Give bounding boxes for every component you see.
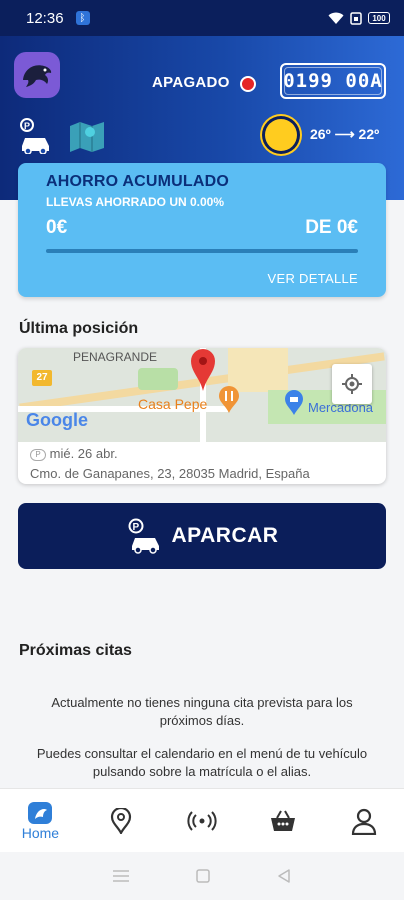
bottom-navigation: Home	[0, 788, 404, 852]
appointments-title: Próximas citas	[19, 642, 132, 659]
parking-icon: P	[30, 448, 46, 461]
nav-home[interactable]: Home	[0, 789, 81, 852]
map-icon[interactable]	[68, 118, 106, 159]
nav-profile[interactable]	[323, 789, 404, 852]
back-icon[interactable]	[276, 868, 292, 884]
map-park	[138, 368, 178, 390]
sim-icon	[350, 11, 362, 25]
position-date: P mié. 26 abr.	[30, 446, 118, 461]
svg-text:P: P	[24, 121, 30, 131]
weather-sun-icon	[262, 116, 300, 154]
nav-location[interactable]	[81, 789, 162, 852]
app-logo	[14, 52, 60, 98]
park-button-label: APARCAR	[171, 524, 279, 547]
broadcast-icon	[187, 810, 217, 831]
temperature-range: 26º ⟶ 22º	[310, 126, 380, 142]
appointments-empty-message: Actualmente no tienes ninguna cita previ…	[51, 695, 353, 728]
savings-card[interactable]: AHORRO ACUMULADO LLEVAS AHORRADO UN 0.00…	[18, 163, 386, 297]
locate-button[interactable]	[332, 364, 372, 404]
see-detail-link[interactable]: VER DETALLE	[268, 271, 358, 286]
map-view[interactable]: PENAGRANDE 27 Casa Pepe Mercadona Google	[18, 348, 386, 442]
map-pin-icon	[191, 349, 215, 391]
last-position-card[interactable]: PENAGRANDE 27 Casa Pepe Mercadona Google…	[18, 348, 386, 484]
savings-title: AHORRO ACUMULADO	[46, 173, 230, 190]
savings-goal: DE 0€	[305, 217, 358, 238]
map-provider-logo: Google	[26, 410, 88, 430]
location-pin-icon	[111, 807, 132, 834]
park-button[interactable]: P APARCAR	[18, 503, 386, 569]
menu-icon[interactable]	[112, 869, 130, 883]
dolphin-icon	[23, 65, 52, 87]
map-road-shield: 27	[32, 370, 52, 386]
nav-shop[interactable]	[242, 789, 323, 852]
position-address: Cmo. de Ganapanes, 23, 28035 Madrid, Esp…	[30, 466, 310, 481]
status-time: 12:36	[26, 9, 64, 27]
wifi-icon	[328, 12, 344, 24]
license-plate[interactable]: 0199 00A	[280, 63, 386, 99]
savings-subtitle: LLEVAS AHORRADO UN 0.00%	[46, 195, 225, 209]
parking-car-icon[interactable]: P	[18, 118, 54, 159]
savings-progress-bar	[46, 249, 358, 253]
user-icon	[351, 808, 376, 835]
engine-status: APAGADO	[152, 74, 230, 91]
savings-amount: 0€	[46, 217, 68, 238]
position-date-text: mié. 26 abr.	[49, 446, 118, 461]
last-position-title: Última posición	[19, 320, 139, 337]
nav-connectivity[interactable]	[162, 789, 243, 852]
system-navigation	[0, 852, 404, 900]
home-app-icon	[28, 801, 53, 824]
restaurant-icon	[219, 386, 239, 413]
map-label-poi: Casa Pepe	[138, 396, 208, 412]
home-square-icon[interactable]	[195, 868, 211, 884]
engine-status-indicator	[240, 76, 256, 92]
appointments-hint: Puedes consultar el calendario en el men…	[36, 746, 368, 779]
svg-text:P: P	[132, 522, 139, 533]
status-bar: 12:36 ᛒ 100	[0, 0, 404, 36]
battery-icon: 100	[368, 12, 390, 24]
map-label-area: PENAGRANDE	[73, 350, 158, 364]
basket-icon	[270, 810, 295, 831]
parking-car-icon: P	[128, 518, 159, 554]
crosshair-icon	[342, 374, 362, 394]
bluetooth-icon: ᛒ	[75, 11, 90, 25]
status-icons: 100	[328, 11, 390, 25]
shop-icon	[285, 390, 303, 415]
nav-home-label: Home	[21, 824, 60, 841]
